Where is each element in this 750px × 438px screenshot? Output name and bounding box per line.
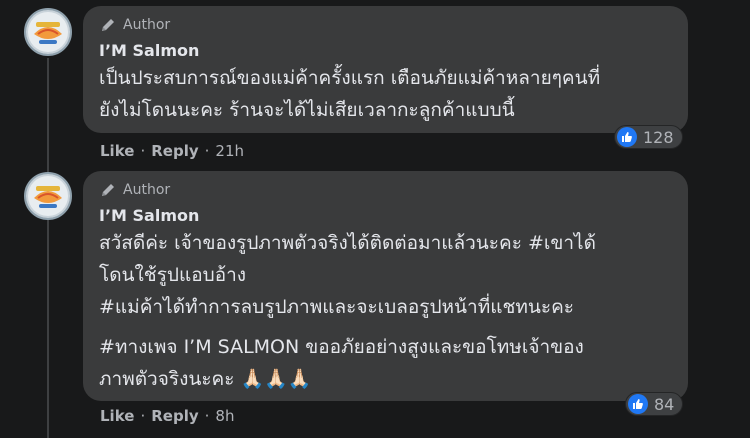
comment-text-line: #แม่ค้าได้ทำการลบรูปภาพและจะเบลอรูปหน้าท… [99,296,575,318]
reaction-count-value: 84 [654,394,675,414]
comment-text-line: สวัสดีค่ะ เจ้าของรูปภาพตัวจริงได้ติดต่อม… [99,232,596,254]
reply-button[interactable]: Reply [151,407,198,425]
reply-button[interactable]: Reply [151,142,198,160]
separator-dot: · [140,407,146,425]
comment-text-line: เป็นประสบการณ์ของแม่ค้าครั้งแรก เตือนภัย… [99,67,601,89]
pencil-icon [102,184,114,196]
comment-bubble: Author I’M Salmon สวัสดีค่ะ เจ้าของรูปภา… [83,171,688,401]
like-button[interactable]: Like [100,407,134,425]
author-badge: Author [99,16,674,34]
reaction-count[interactable]: 128 [614,125,683,149]
pencil-icon [102,19,114,31]
comment-bubble: Author I’M Salmon เป็นประสบการณ์ของแม่ค้… [83,6,688,133]
like-button[interactable]: Like [100,142,134,160]
reaction-count[interactable]: 84 [625,392,684,416]
comment-text-line: ภาพตัวจริงนะคะ 🙏🏻🙏🏻🙏🏻 [99,368,312,390]
like-icon [628,394,648,414]
separator-dot: · [204,407,210,425]
comment-text-line: #ทางเพจ I’M SALMON ขออภัยอย่างสูงและขอโท… [99,336,584,358]
commenter-name[interactable]: I’M Salmon [99,205,674,227]
avatar[interactable] [24,172,72,220]
separator-dot: · [204,142,210,160]
reaction-count-value: 128 [643,127,674,147]
comment-actions: Like · Reply · 8h [100,405,234,427]
author-badge: Author [99,181,674,199]
timestamp[interactable]: 8h [215,407,234,425]
like-icon [617,127,637,147]
commenter-name[interactable]: I’M Salmon [99,40,674,62]
author-badge-label: Author [123,17,171,33]
thread-line [47,58,49,438]
avatar[interactable] [24,8,72,56]
comment-text-line: โดนใช้รูปแอบอ้าง [99,264,247,286]
comment-actions: Like · Reply · 21h [100,140,244,162]
separator-dot: · [140,142,146,160]
author-badge-label: Author [123,182,171,198]
timestamp[interactable]: 21h [215,142,244,160]
comment-text-line: ยังไม่โดนนะคะ ร้านจะได้ไม่เสียเวลากะลูกค… [99,99,515,121]
